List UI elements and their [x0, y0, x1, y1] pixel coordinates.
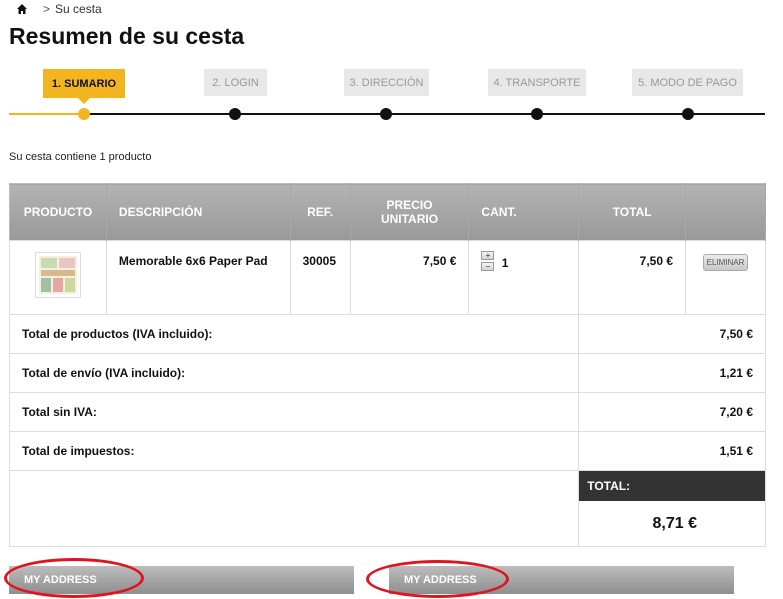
- step-modo-de-pago[interactable]: 5. MODO DE PAGO: [632, 69, 743, 96]
- header-unit-price: PRECIO UNITARIO: [350, 183, 470, 241]
- summary-label: Total de impuestos:: [8, 431, 580, 471]
- header-unit-price-line1: PRECIO: [386, 198, 433, 212]
- cart-summary: Su cesta contiene 1 producto: [9, 151, 152, 163]
- home-icon[interactable]: [16, 3, 28, 15]
- header-description: DESCRIPCIÓN: [106, 183, 291, 241]
- header-actions: [685, 183, 766, 241]
- progress-line: [85, 113, 765, 115]
- header-ref: REF.: [290, 183, 351, 241]
- product-image: [38, 256, 77, 294]
- step-dot-4: [531, 108, 543, 120]
- annotation-ellipse: [366, 560, 509, 598]
- summary-value: 7,50 €: [578, 314, 766, 354]
- checkout-steps: 1. SUMARIO 2. LOGIN 3. DIRECCIÓN 4. TRAN…: [0, 66, 783, 126]
- step-login[interactable]: 2. LOGIN: [204, 69, 267, 96]
- summary-value: 7,20 €: [578, 392, 766, 432]
- annotation-ellipse: [4, 558, 144, 598]
- product-qty: 1: [501, 256, 509, 270]
- grand-total-label: TOTAL:: [579, 471, 765, 501]
- breadcrumb: > Su cesta: [16, 1, 102, 17]
- product-total: 7,50 €: [578, 240, 687, 315]
- product-ref: 30005: [289, 240, 351, 315]
- product-qty-cell: + − 1: [468, 240, 580, 315]
- table-header-row: PRODUCTO DESCRIPCIÓN REF. PRECIO UNITARI…: [9, 183, 766, 241]
- grand-total-row: TOTAL: 8,71 €: [8, 470, 766, 547]
- page-title: Resumen de su cesta: [9, 23, 245, 49]
- step-transporte[interactable]: 4. TRANSPORTE: [488, 69, 586, 96]
- summary-value: 1,51 €: [578, 431, 766, 471]
- progress-line-done: [9, 113, 85, 115]
- product-image-cell: [9, 240, 107, 315]
- header-product: PRODUCTO: [9, 183, 107, 241]
- header-qty: CANT.: [468, 183, 580, 241]
- step-dot-5: [682, 108, 694, 120]
- product-actions: ELIMINAR: [685, 240, 766, 315]
- summary-row-pre-tax: Total sin IVA: 7,20 €: [8, 392, 766, 432]
- grand-total-box: TOTAL: 8,71 €: [578, 470, 766, 547]
- summary-value: 1,21 €: [578, 353, 766, 393]
- grand-total-spacer: [8, 470, 580, 547]
- header-unit-price-line2: UNITARIO: [380, 212, 439, 226]
- breadcrumb-separator: >: [43, 2, 51, 16]
- step-dot-2: [229, 108, 241, 120]
- cart-table: PRODUCTO DESCRIPCIÓN REF. PRECIO UNITARI…: [8, 183, 766, 547]
- quantity-stepper: + −: [481, 251, 495, 271]
- step-sumario[interactable]: 1. SUMARIO: [43, 69, 125, 104]
- summary-row-shipping: Total de envío (IVA incluido): 1,21 €: [8, 353, 766, 393]
- grand-total-value: 8,71 €: [652, 514, 697, 532]
- product-description[interactable]: Memorable 6x6 Paper Pad: [105, 240, 291, 315]
- qty-increase-button[interactable]: +: [481, 251, 495, 260]
- qty-decrease-button[interactable]: −: [481, 262, 495, 271]
- summary-row-taxes: Total de impuestos: 1,51 €: [8, 431, 766, 471]
- product-thumbnail[interactable]: [34, 252, 81, 298]
- summary-label: Total de envío (IVA incluido):: [8, 353, 580, 393]
- summary-label: Total sin IVA:: [8, 392, 580, 432]
- product-unit-price: 7,50 €: [349, 240, 470, 315]
- header-total: TOTAL: [578, 183, 687, 241]
- breadcrumb-current: Su cesta: [55, 2, 102, 16]
- step-dot-1: [78, 108, 90, 120]
- step-direccion[interactable]: 3. DIRECCIÓN: [344, 69, 429, 96]
- summary-row-products: Total de productos (IVA incluido): 7,50 …: [8, 314, 766, 354]
- delete-button[interactable]: ELIMINAR: [702, 254, 749, 271]
- summary-label: Total de productos (IVA incluido):: [8, 314, 580, 354]
- step-dot-3: [380, 108, 392, 120]
- table-row: Memorable 6x6 Paper Pad 30005 7,50 € + −…: [9, 240, 766, 315]
